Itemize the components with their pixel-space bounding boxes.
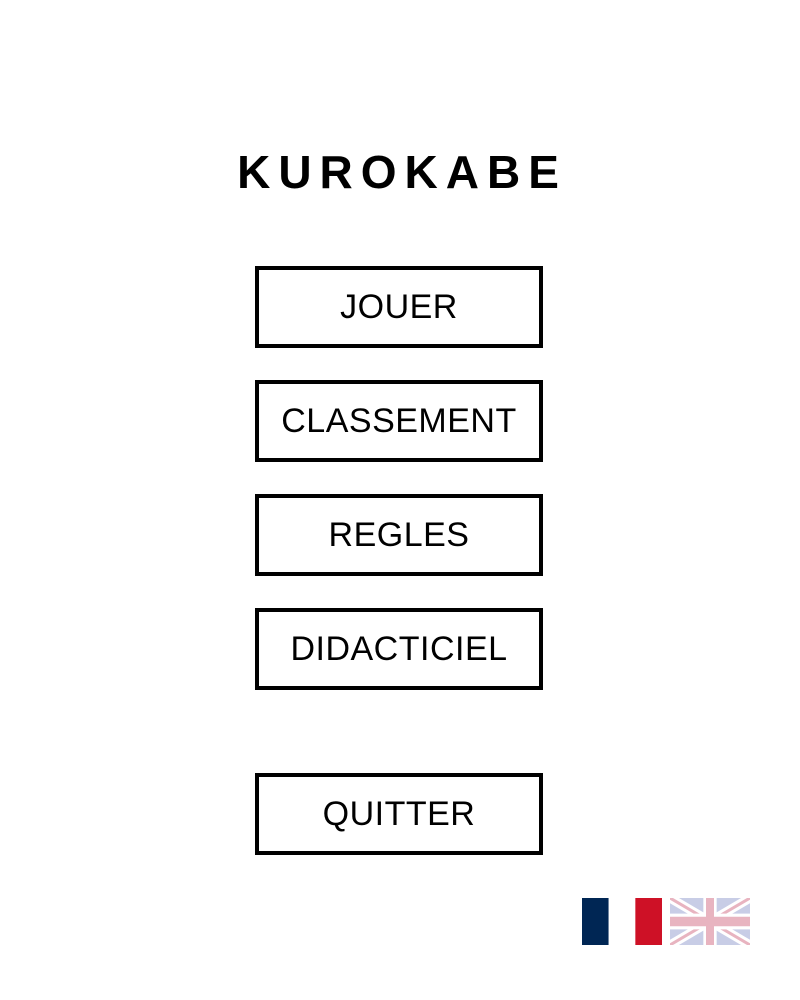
uk-flag-icon[interactable]: [670, 898, 750, 945]
quit-button[interactable]: QUITTER: [255, 773, 543, 855]
play-button[interactable]: JOUER: [255, 266, 543, 348]
ranking-button[interactable]: CLASSEMENT: [255, 380, 543, 462]
rules-button[interactable]: REGLES: [255, 494, 543, 576]
tutorial-button[interactable]: DIDACTICIEL: [255, 608, 543, 690]
game-title: KUROKABE: [237, 146, 567, 198]
french-flag-icon[interactable]: [582, 898, 662, 945]
